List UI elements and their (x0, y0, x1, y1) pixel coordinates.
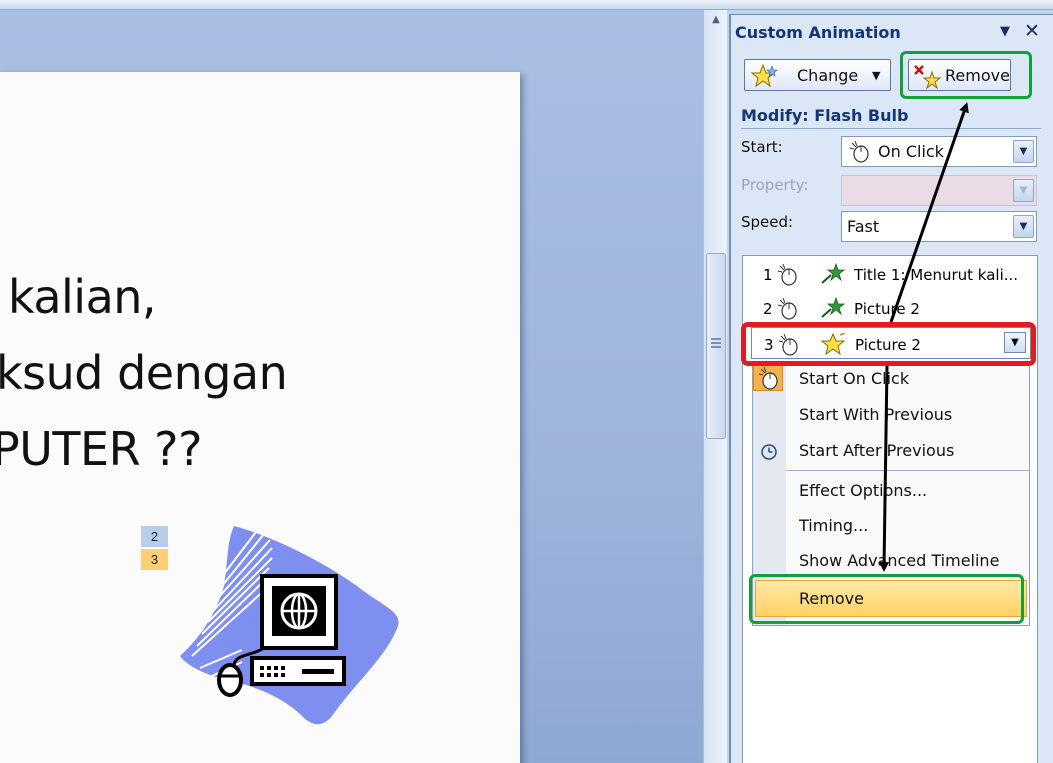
annotation-arrows (879, 102, 969, 572)
arrow-to-remove-button (889, 102, 969, 323)
arrow-to-remove-menu (879, 365, 890, 572)
